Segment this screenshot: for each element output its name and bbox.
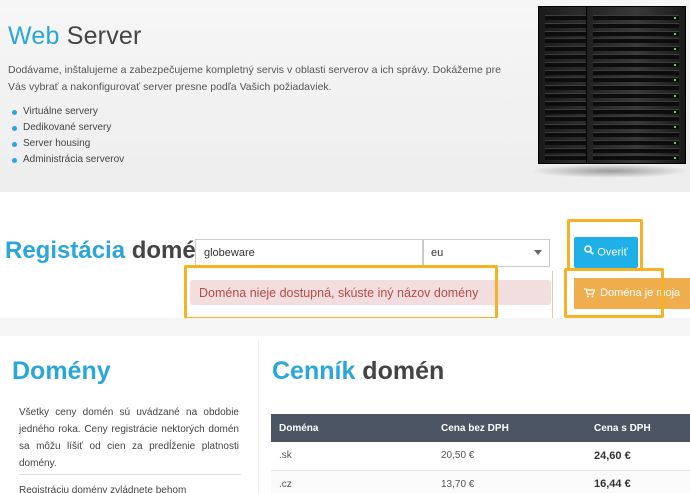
price-vat-cell: 16,44 € [586,470,690,493]
rack-slot [593,15,679,20]
service-item: Server housing [12,136,124,152]
rack-slot [593,54,679,59]
rack-led [674,32,676,35]
price-cell: 13,70 € [433,470,586,493]
hero-description: Dodávame, inštalujeme a zabezpečujeme ko… [8,64,501,93]
search-icon [584,237,595,268]
domain-name-input[interactable] [195,239,423,267]
services-list: Virtuálne servery Dedikované servery Ser… [12,104,124,168]
rack-led [674,95,676,97]
rack-slot [593,69,679,75]
tld-selected-value: eu [431,247,444,259]
divider [19,474,241,475]
pricing-title: Cenník domén [272,357,444,386]
domains-description: Všetky ceny domén sú uvádzané na obdobie… [19,407,239,469]
rack-slot [593,93,679,98]
pricing-title-accent: Cenník [272,357,356,385]
shopping-cart-icon [584,287,600,299]
domain-cell: .sk [271,442,433,471]
rack-slot [593,124,679,130]
column-divider [258,340,259,493]
rack-slot [593,22,679,28]
price-vat-cell: 24,60 € [586,442,690,471]
service-item: Administrácia serverov [12,152,124,168]
rack-slot [593,77,679,83]
service-item: Dedikované servery [12,120,124,136]
hero-banner: Web Server Dodávame, inštalujeme a zabez… [0,0,690,192]
table-header-row: Doména Cena bez DPH Cena s DPH [271,414,690,442]
rack-led [674,141,676,144]
registration-title: Registácia domén [5,237,210,265]
rack-slot [593,61,679,67]
rack-slot [593,116,679,122]
claim-domain-label: Doména je moja [600,287,681,299]
column-header-price-vat: Cena s DPH [586,414,690,442]
rack-slot [593,100,679,106]
service-item: Virtuálne servery [12,104,124,120]
rack-slot [593,155,679,161]
claim-domain-button[interactable]: Doména je moja [574,278,690,309]
section-separator [0,318,690,336]
rack-slot [593,30,679,36]
rack-led [674,17,676,19]
registration-title-accent: Registácia [5,237,126,264]
verify-button[interactable]: Overiť [574,237,638,268]
rack-led [674,63,676,66]
rack-slot [593,38,679,44]
rack-slot [593,85,679,91]
rack-shadow [530,164,690,178]
rack-slot [593,132,679,137]
column-header-price: Cena bez DPH [433,414,586,442]
column-header-domain: Doména [271,414,433,442]
hero-title-accent: Web [8,22,60,50]
verify-button-label: Overiť [597,246,628,259]
chevron-down-icon [534,250,542,255]
table-row: .sk 20,50 € 24,60 € [271,442,690,471]
rack-led [674,48,676,51]
hero-title: Web Server [8,22,142,51]
rack-led [674,79,676,82]
tld-select[interactable]: eu [423,239,550,267]
pricing-title-rest: domén [355,357,445,385]
rack-led [674,126,676,129]
rack-slot [593,147,679,153]
domain-cell: .cz [271,470,433,493]
rack-led [674,110,676,113]
server-rack-image [586,6,686,164]
rack-slot [593,139,679,145]
rack-led [674,157,676,160]
error-message: Doména nieje dostupná, skúste iný názov … [199,286,479,300]
rack-slot [593,46,679,52]
hero-title-rest: Server [59,22,142,50]
domains-title: Domény [12,357,111,385]
rack-slot [593,108,679,114]
price-cell: 20,50 € [433,442,586,471]
domains-description-2: Registráciu domény zvládnete behom [19,485,187,493]
table-row: .cz 13,70 € 16,44 € [271,470,690,493]
divider [552,271,553,321]
pricing-table: Doména Cena bez DPH Cena s DPH .sk 20,50… [271,414,690,493]
